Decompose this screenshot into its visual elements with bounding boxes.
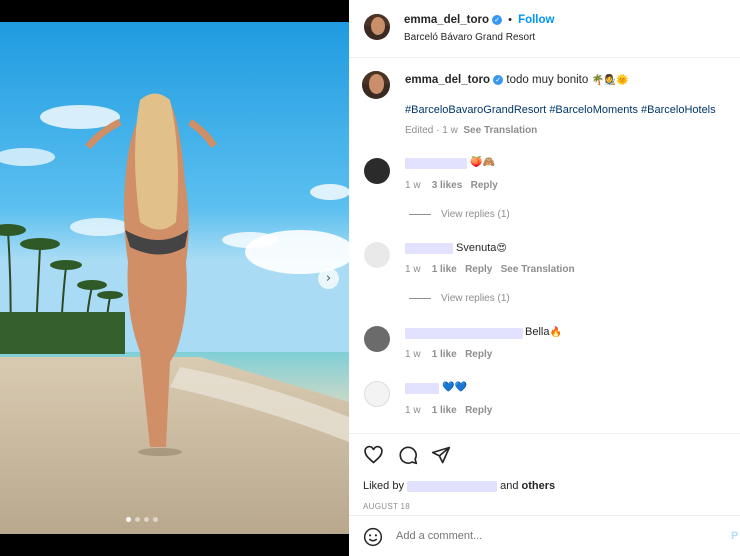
- follow-button[interactable]: Follow: [518, 14, 554, 26]
- verified-icon: ✓: [493, 74, 504, 85]
- avatar[interactable]: [364, 158, 390, 184]
- like-icon[interactable]: [363, 445, 384, 465]
- next-arrow-icon: ›: [325, 271, 332, 286]
- location-link[interactable]: Barceló Bávaro Grand Resort: [404, 32, 535, 43]
- view-replies-button[interactable]: View replies (1): [409, 209, 510, 220]
- caption-meta: Edited · 1 w See Translation: [405, 125, 537, 136]
- redacted-username: [407, 480, 498, 492]
- comment-icon[interactable]: [398, 445, 418, 465]
- caption: emma_del_toro ✓ todo muy bonito 🌴👩‍🎨🌞: [405, 74, 629, 86]
- carousel-dot: [135, 517, 140, 522]
- comment-likes[interactable]: 1 like: [432, 349, 457, 360]
- comment-meta: 1 w 1 like Reply See Translation: [405, 264, 575, 275]
- hashtag-link[interactable]: #BarceloBavaroGrandResort: [405, 104, 546, 116]
- verified-icon: ✓: [492, 15, 503, 26]
- caption-edited-time: Edited · 1 w: [405, 125, 458, 136]
- comment-meta: 1 w 3 likes Reply: [405, 180, 498, 191]
- caption-username[interactable]: emma_del_toro: [405, 74, 490, 86]
- post-comment-button[interactable]: P: [731, 530, 738, 542]
- comment-text: Bella🔥: [525, 326, 562, 338]
- comment-input[interactable]: [396, 530, 716, 542]
- comment-meta: 1 w 1 like Reply: [405, 405, 492, 416]
- post-photo[interactable]: [0, 22, 349, 534]
- emoji-icon[interactable]: [363, 527, 383, 547]
- media-pane: ›: [0, 0, 349, 556]
- comment-likes[interactable]: 1 like: [432, 405, 457, 416]
- comment-time: 1 w: [405, 349, 421, 360]
- avatar[interactable]: [364, 381, 390, 407]
- hashtag-list: #BarceloBavaroGrandResort #BarceloMoment…: [405, 104, 716, 116]
- others-link[interactable]: others: [522, 480, 556, 492]
- author-username[interactable]: emma_del_toro: [404, 14, 489, 26]
- action-bar: [349, 433, 740, 434]
- likes-summary: Liked by and others: [363, 480, 555, 492]
- reply-button[interactable]: Reply: [465, 349, 492, 360]
- carousel-dot: [144, 517, 149, 522]
- comment-text: Svenuta😍: [456, 242, 507, 254]
- avatar[interactable]: [364, 326, 390, 352]
- next-photo-button[interactable]: ›: [318, 268, 339, 289]
- caption-emojis: 🌴👩‍🎨🌞: [591, 75, 629, 86]
- carousel-indicator: [126, 517, 158, 522]
- reply-button[interactable]: Reply: [471, 180, 498, 191]
- redacted-username: [405, 383, 439, 394]
- post-details: emma_del_toro ✓ • Follow Barceló Bávaro …: [349, 0, 740, 556]
- liked-by-label: Liked by: [363, 480, 404, 492]
- post-date: AUGUST 18: [363, 502, 411, 511]
- share-icon[interactable]: [431, 445, 451, 465]
- post-header: emma_del_toro ✓ • Follow Barceló Bávaro …: [349, 0, 740, 58]
- caption-text: todo muy bonito: [506, 74, 589, 86]
- comment-meta: 1 w 1 like Reply: [405, 349, 492, 360]
- redacted-username: [405, 158, 467, 169]
- comment-time: 1 w: [405, 180, 421, 191]
- comment-likes[interactable]: 1 like: [432, 264, 457, 275]
- view-replies-button[interactable]: View replies (1): [409, 293, 510, 304]
- see-translation-link[interactable]: See Translation: [463, 125, 537, 136]
- redacted-username: [405, 243, 453, 254]
- comment-likes[interactable]: 3 likes: [432, 180, 463, 191]
- carousel-dot: [153, 517, 158, 522]
- liked-by-and: and: [500, 480, 519, 492]
- avatar[interactable]: [362, 71, 390, 99]
- comment-time: 1 w: [405, 264, 421, 275]
- see-translation-link[interactable]: See Translation: [501, 264, 575, 275]
- comment-bar: P: [349, 515, 740, 556]
- reply-button[interactable]: Reply: [465, 405, 492, 416]
- carousel-dot: [126, 517, 131, 522]
- reply-button[interactable]: Reply: [465, 264, 492, 275]
- comment-time: 1 w: [405, 405, 421, 416]
- hashtag-link[interactable]: #BarceloMoments: [549, 104, 638, 116]
- comment-text: 💙💙: [442, 382, 467, 393]
- avatar[interactable]: [364, 242, 390, 268]
- avatar[interactable]: [364, 14, 390, 40]
- redacted-username: [405, 328, 523, 339]
- comment-text: 🍑🙈: [470, 157, 495, 168]
- hashtag-link[interactable]: #BarceloHotels: [641, 104, 716, 116]
